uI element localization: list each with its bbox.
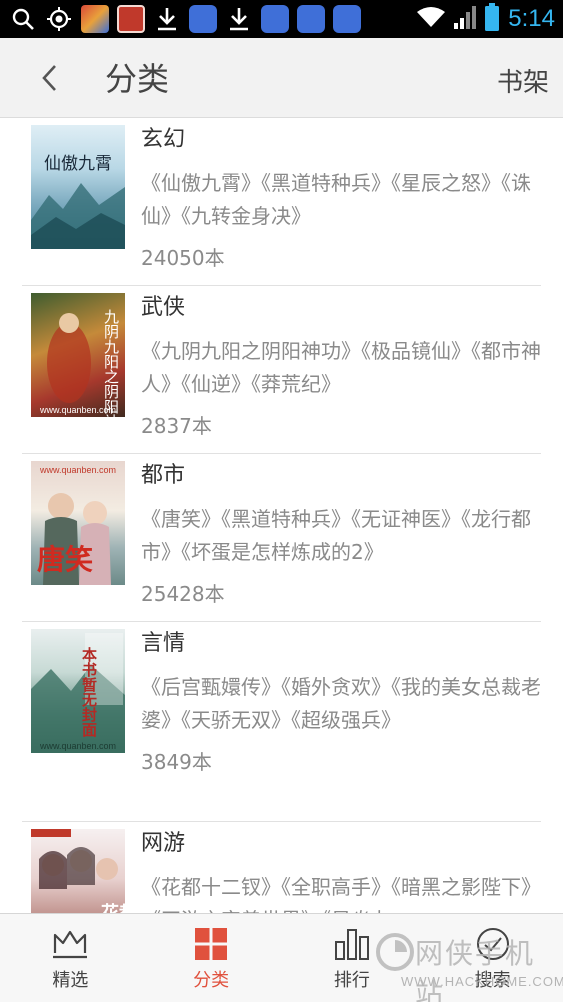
book-cover: 花都	[31, 829, 125, 913]
category-info: 都市 《唐笑》《黑道特种兵》《无证神医》《龙行都市》《坏蛋是怎样炼成的2》 25…	[141, 461, 541, 607]
bookshelf-button[interactable]: 书架	[497, 62, 549, 99]
system-indicators: 5:14	[416, 3, 555, 35]
status-bar: 5:14	[0, 0, 563, 38]
tab-categories-label: 分类	[193, 970, 230, 991]
gps-icon	[44, 5, 74, 33]
category-books: 《花都十二钗》《全职高手》《暗黑之影陛下》《网游之字善世界》《星炎丸	[141, 875, 541, 913]
watermark-logo-icon	[376, 933, 414, 971]
category-info: 武侠 《九阴九阳之阴阳神功》《极品镜仙》《都市神人》《仙逆》《莽荒纪》 2837…	[141, 293, 541, 439]
cover-title: 唐笑	[37, 543, 93, 576]
book-app-icon-2	[116, 5, 146, 33]
category-name: 玄幻	[141, 127, 186, 152]
watermark-url: WWW.HACKHOME.COM	[401, 974, 563, 989]
category-name: 都市	[141, 463, 186, 488]
tab-featured-label: 精选	[52, 970, 89, 991]
app-header: 分类 书架	[0, 38, 563, 118]
category-info: 言情 《后宫甄嬛传》《婚外贪欢》《我的美女总裁老婆》《天骄无双》《超级强兵》 3…	[141, 629, 541, 775]
back-button[interactable]	[28, 56, 72, 100]
tab-featured[interactable]: 精选	[0, 914, 141, 1002]
bar-chart-icon	[334, 926, 370, 962]
cover-title: 本书暂无封面	[80, 646, 98, 738]
category-books: 《九阴九阳之阴阳神功》《极品镜仙》《都市神人》《仙逆》《莽荒纪》	[141, 339, 541, 396]
book-cover: 九阴九阳之阴阳神功 www.quanben.com	[31, 293, 125, 417]
baidu-icon-4	[332, 5, 362, 33]
category-item-wangyou[interactable]: 花都 网游 《花都十二钗》《全职高手》《暗黑之影陛下》《网游之字善世界》《星炎丸	[0, 822, 563, 913]
page-title: 分类	[105, 60, 170, 98]
category-count: 24050本	[141, 246, 225, 270]
category-item-yanqing[interactable]: 本书暂无封面 www.quanben.com 言情 《后宫甄嬛传》《婚外贪欢》《…	[0, 622, 563, 821]
category-name: 武侠	[141, 295, 186, 320]
cover-site: www.quanben.com	[39, 405, 116, 415]
category-name: 网游	[141, 831, 186, 856]
wifi-icon	[416, 6, 446, 32]
crown-icon	[52, 926, 88, 962]
notification-icons	[8, 4, 362, 34]
category-item-dushi[interactable]: www.quanben.com 唐笑 都市 《唐笑》《黑道特种兵》《无证神医》《…	[0, 454, 563, 621]
clock: 5:14	[508, 5, 555, 32]
book-cover: 仙傲九霄	[31, 125, 125, 249]
baidu-icon-3	[296, 5, 326, 33]
category-name: 言情	[141, 631, 186, 656]
book-app-icon	[80, 5, 110, 33]
category-books: 《后宫甄嬛传》《婚外贪欢》《我的美女总裁老婆》《天骄无双》《超级强兵》	[141, 675, 541, 732]
category-info: 网游 《花都十二钗》《全职高手》《暗黑之影陛下》《网游之字善世界》《星炎丸	[141, 829, 541, 913]
cover-title: 花都	[101, 902, 125, 913]
tab-categories[interactable]: 分类	[141, 914, 282, 1002]
category-books: 《仙傲九霄》《黑道特种兵》《星辰之怒》《诛仙》《九转金身决》	[141, 171, 531, 228]
cover-title: 九阴九阳之阴阳神功	[102, 309, 120, 417]
baidu-icon	[188, 5, 218, 33]
battery-icon	[484, 3, 500, 35]
download-icon	[152, 5, 182, 33]
watermark: 网侠手机站 WWW.HACKHOME.COM	[375, 928, 563, 1002]
category-item-xuanhuan[interactable]: 仙傲九霄 玄幻 《仙傲九霄》《黑道特种兵》《星辰之怒》《诛仙》《九转金身决》 2…	[0, 118, 563, 285]
cover-site: www.quanben.com	[39, 465, 116, 475]
cover-site: www.quanben.com	[39, 741, 116, 751]
category-books: 《唐笑》《黑道特种兵》《无证神医》《龙行都市》《坏蛋是怎样炼成的2》	[141, 507, 531, 564]
book-cover: 本书暂无封面 www.quanben.com	[31, 629, 125, 753]
download-icon-2	[224, 5, 254, 33]
grid-icon	[193, 926, 229, 962]
category-count: 25428本	[141, 582, 225, 606]
watermark-title: 网侠手机站	[415, 937, 536, 1002]
chevron-left-icon	[42, 65, 56, 91]
category-list[interactable]: 仙傲九霄 玄幻 《仙傲九霄》《黑道特种兵》《星辰之怒》《诛仙》《九转金身决》 2…	[0, 118, 563, 913]
category-count: 2837本	[141, 414, 212, 438]
signal-icon	[454, 5, 477, 33]
book-cover: www.quanben.com 唐笑	[31, 461, 125, 585]
baidu-icon-2	[260, 5, 290, 33]
category-count: 3849本	[141, 750, 212, 774]
search-icon	[8, 5, 38, 33]
tab-ranking-label: 排行	[333, 970, 370, 991]
category-info: 玄幻 《仙傲九霄》《黑道特种兵》《星辰之怒》《诛仙》《九转金身决》 24050本	[141, 125, 541, 271]
category-item-wuxia[interactable]: 九阴九阳之阴阳神功 www.quanben.com 武侠 《九阴九阳之阴阳神功》…	[0, 286, 563, 453]
cover-title: 仙傲九霄	[44, 154, 112, 174]
